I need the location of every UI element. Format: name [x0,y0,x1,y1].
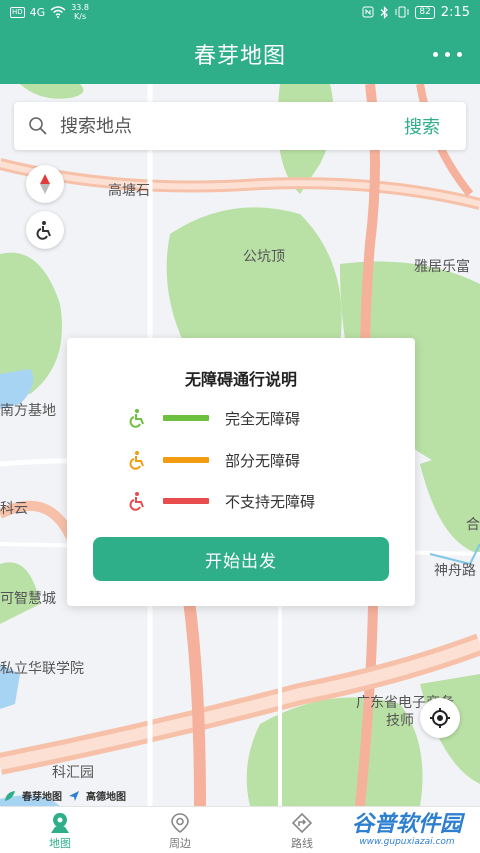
map-label: 高塘石 [108,183,150,199]
wheelchair-icon [127,490,149,512]
legend-line-partial [163,457,209,463]
bluetooth-icon [380,5,389,19]
search-button[interactable]: 搜索 [404,113,440,139]
search-input[interactable] [60,115,404,137]
accessibility-legend-dialog: 无障碍通行说明 完全无障碍 部分无障碍 不支持无障碍 开始出发 [67,338,415,606]
provider-logo-icon [69,790,79,801]
status-bar: HD 4G 33.8 K/s 82 2:15 [0,0,480,24]
attribution-app: 春芽地图 [22,792,62,803]
app-header: 春芽地图 [0,24,480,84]
more-menu-button[interactable] [433,42,462,66]
tab-nearby[interactable]: 周边 [140,809,220,853]
map-label: 南方基地 [0,403,56,419]
map-label: 可智慧城 [0,591,56,607]
route-icon [291,812,313,833]
map-label: 雅居乐富 [414,259,470,275]
page-title: 春芽地图 [193,44,286,69]
network-speed: 33.8 K/s [71,3,89,21]
tab-label: 周边 [169,836,191,850]
map-label: 技师 [386,713,414,729]
legend-label: 部分无障碍 [225,451,301,470]
wheelchair-icon [36,221,51,240]
compass-button[interactable] [26,165,64,203]
legend-row: 不支持无障碍 [127,489,315,513]
legend-row: 部分无障碍 [127,448,300,472]
accessibility-button[interactable] [26,211,64,249]
legend-label: 完全无障碍 [225,409,301,428]
map-label: 私立华联学院 [0,661,84,677]
legend-label: 不支持无障碍 [225,492,316,511]
map-label: 科汇园 [52,765,94,781]
clock: 2:15 [440,4,470,20]
app-logo-icon [5,790,15,801]
dot-icon [445,51,450,57]
tab-map[interactable]: 地图 [20,809,100,853]
locate-icon [430,708,450,728]
watermark: 谷普软件园 www.gupuxiazai.com [334,806,480,853]
wheelchair-icon [127,407,149,429]
map-label: 合 [466,517,480,533]
dot-icon [457,51,462,57]
tab-route[interactable]: 路线 [262,809,342,853]
map-pin-icon [51,812,69,833]
start-button[interactable]: 开始出发 [93,537,389,581]
tab-label: 路线 [291,836,313,850]
vibrate-icon [395,6,409,18]
battery-level: 82 [415,5,435,19]
watermark-url: www.gupuxiazai.com [359,836,455,847]
wheelchair-icon [127,449,149,471]
tab-label: 地图 [49,836,71,850]
nearby-icon [171,812,189,833]
compass-icon [40,174,50,194]
dialog-title: 无障碍通行说明 [184,370,297,389]
map-label: 科云 [0,501,28,517]
attribution-provider: 高德地图 [86,792,126,803]
dot-icon [433,51,438,57]
network-type: 4G [29,5,46,19]
locate-button[interactable] [420,698,460,738]
wifi-icon [50,6,66,18]
legend-row: 完全无障碍 [127,406,300,430]
legend-line-full [163,415,209,421]
search-icon [28,115,50,137]
search-bar: 搜索 [14,102,466,150]
hd-badge: HD [10,6,25,18]
watermark-text: 谷普软件园 [351,811,462,837]
map-label: 公坑顶 [243,249,285,265]
map-attribution: 春芽地图 高德地图 [4,788,126,803]
map-label: 神舟路 [434,563,476,579]
legend-line-none [163,498,209,504]
nfc-icon [362,6,374,18]
